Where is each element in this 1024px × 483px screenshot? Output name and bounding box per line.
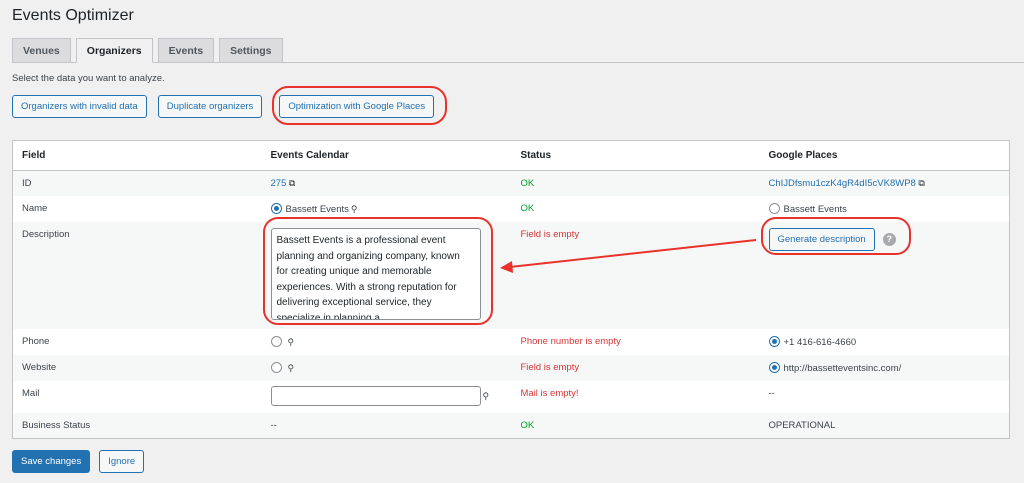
field-label: ID [12, 170, 262, 196]
comparison-table: Field Events Calendar Status Google Plac… [12, 140, 1010, 439]
status: Mail is empty! [520, 388, 579, 399]
save-changes-button[interactable]: Save changes [12, 450, 91, 473]
ec-name-value: Bassett Events [285, 204, 349, 215]
description-textarea[interactable]: Bassett Events is a professional event p… [270, 228, 481, 320]
gp-website-radio[interactable] [768, 362, 780, 373]
gp-website-value: http://bassetteventsinc.com/ [783, 363, 902, 374]
field-label: Website [12, 355, 262, 381]
tab-venues[interactable]: Venues [12, 38, 71, 63]
google-places-optimization-button[interactable]: Optimization with Google Places [279, 95, 435, 118]
status: Field is empty [511, 222, 760, 329]
duplicate-organizers-button[interactable]: Duplicate organizers [157, 95, 263, 118]
table-row: Mail ⚲ Mail is empty! -- [13, 381, 1010, 413]
help-icon[interactable]: ? [882, 232, 896, 246]
ec-website-radio[interactable] [270, 362, 282, 373]
search-icon[interactable]: ⚲ [288, 363, 295, 373]
search-icon[interactable]: ⚲ [351, 204, 358, 214]
intro-text: Select the data you want to analyze. [12, 73, 165, 84]
tab-bar: Venues Organizers Events Settings [12, 38, 1024, 63]
external-link-icon[interactable]: ⧉ [286, 178, 295, 188]
gp-name-value: Bassett Events [783, 204, 847, 215]
field-label: Description [12, 222, 262, 329]
organizer-id-link[interactable]: 275 [271, 178, 287, 189]
table-row: Business Status -- OK OPERATIONAL [12, 413, 1010, 439]
tab-organizers[interactable]: Organizers [75, 38, 153, 63]
header-google-places: Google Places [759, 140, 1010, 171]
external-link-icon[interactable]: ⧉ [916, 178, 924, 188]
mail-input[interactable] [270, 386, 481, 406]
table-row: Phone ⚲ Phone number is empty +1 416-616… [13, 329, 1010, 355]
table-row: ID 275 ⧉ OK ChIJDfsmu1czK4gR4dI5cVK8WP8 … [12, 170, 1010, 196]
search-icon[interactable]: ⚲ [483, 391, 490, 401]
ec-name-radio[interactable] [270, 203, 282, 214]
tab-events[interactable]: Events [157, 38, 215, 63]
status: OK [511, 170, 760, 196]
status: OK [511, 413, 760, 439]
status: OK [520, 203, 535, 214]
search-icon[interactable]: ⚲ [288, 337, 295, 347]
status: Phone number is empty [520, 336, 621, 347]
field-label: Mail [22, 388, 40, 399]
tab-settings[interactable]: Settings [219, 38, 283, 63]
gp-phone-value: +1 416-616-4660 [783, 337, 857, 348]
table-row: Website ⚲ Field is empty http://bassette… [12, 355, 1010, 381]
gp-business-status: OPERATIONAL [759, 413, 1010, 439]
field-label: Business Status [12, 413, 262, 439]
gp-phone-radio[interactable] [768, 336, 780, 347]
status: Field is empty [511, 355, 760, 381]
page-title: Events Optimizer [12, 7, 134, 24]
place-id-link[interactable]: ChIJDfsmu1czK4gR4dI5cVK8WP8 [769, 178, 916, 189]
ec-phone-radio[interactable] [270, 336, 282, 347]
header-events-calendar: Events Calendar [261, 140, 512, 171]
table-row: Description Bassett Events is a professi… [12, 222, 1010, 329]
ignore-button[interactable]: Ignore [99, 450, 145, 473]
field-label: Name [22, 203, 48, 214]
header-field: Field [12, 140, 262, 171]
header-status: Status [511, 140, 760, 171]
ec-business-status: -- [261, 413, 512, 439]
field-label: Phone [22, 336, 50, 347]
generate-description-button[interactable]: Generate description [768, 228, 875, 251]
gp-name-radio[interactable] [768, 203, 780, 214]
invalid-data-button[interactable]: Organizers with invalid data [12, 95, 147, 118]
table-row: Name Bassett Events ⚲ OK Bassett Events [13, 196, 1010, 222]
gp-mail-value: -- [768, 388, 775, 399]
